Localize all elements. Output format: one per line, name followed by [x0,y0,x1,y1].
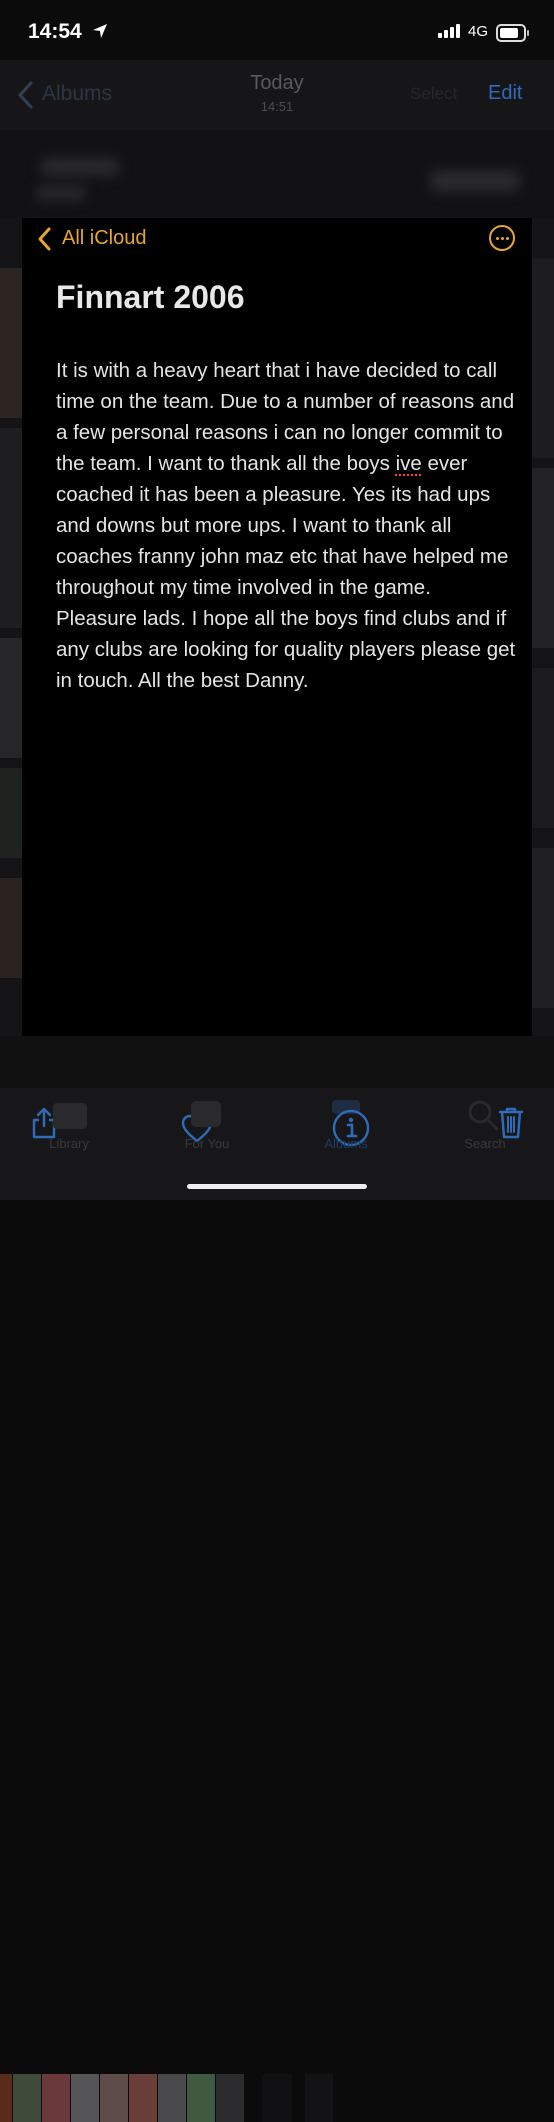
status-bar: 14:54 4G [0,0,554,58]
photo-filmstrip[interactable] [0,1036,554,2122]
thumbnail-strip-right [532,218,554,1038]
misspelled-word: ive [395,452,422,475]
network-type: 4G [468,23,489,40]
film-thumbnail[interactable] [0,2074,12,2122]
search-icon[interactable] [466,1098,500,1132]
for-you-icon[interactable] [188,1100,224,1130]
note-body-text: ever coached it has been a pleasure. Yes… [56,452,516,692]
chevron-left-icon[interactable] [36,226,54,252]
nav-title: Today [250,72,304,94]
film-thumbnail[interactable] [158,2074,186,2122]
note-body: It is with a heavy heart that i have dec… [56,355,516,696]
all-icloud-back-button[interactable]: All iCloud [62,227,146,250]
more-options-icon[interactable] [489,225,515,251]
battery-icon [496,24,529,42]
film-thumbnail[interactable] [216,2074,244,2122]
tab-search[interactable]: Search [440,1136,530,1151]
home-indicator[interactable] [187,1184,367,1189]
note-title: Finnart 2006 [56,279,245,315]
trash-icon[interactable] [497,1106,525,1140]
film-thumbnail[interactable] [129,2074,157,2122]
library-photos-icon[interactable] [50,1100,90,1132]
blurred-background [0,130,554,218]
select-button[interactable]: Select [410,84,457,104]
tab-library[interactable]: Library [24,1136,114,1151]
tab-for-you[interactable]: For You [162,1136,252,1151]
tab-albums[interactable]: Albums [301,1136,391,1151]
thumbnail-strip-left [0,218,22,1038]
location-arrow-icon [93,24,107,38]
edit-button[interactable]: Edit [488,82,522,105]
cellular-signal-icon [438,24,460,38]
film-thumbnail[interactable] [71,2074,99,2122]
film-thumbnail[interactable] [187,2074,215,2122]
film-thumbnail[interactable] [100,2074,128,2122]
film-thumbnail[interactable] [42,2074,70,2122]
nav-subtitle: 14:51 [260,99,294,114]
film-thumbnail[interactable] [305,2074,333,2122]
film-thumbnail[interactable] [262,2074,292,2122]
film-thumbnail[interactable] [13,2074,41,2122]
status-time: 14:54 [28,20,82,43]
